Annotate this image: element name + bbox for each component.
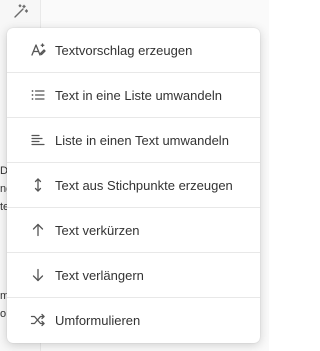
- menu-item-text-to-list[interactable]: Text in eine Liste umwandeln: [7, 73, 260, 117]
- menu-item-text-from-bullets[interactable]: Text aus Stichpunkte erzeugen: [7, 163, 260, 207]
- menu-item-label: Umformulieren: [55, 312, 141, 328]
- menu-item-label: Liste in einen Text umwandeln: [55, 132, 229, 148]
- arrow-down-icon: [30, 267, 46, 283]
- menu-item-label: Textvorschlag erzeugen: [55, 42, 193, 58]
- menu-item-list-to-text[interactable]: Liste in einen Text umwandeln: [7, 118, 260, 162]
- arrow-up-icon: [30, 222, 46, 238]
- text-suggestion-icon: [30, 42, 46, 58]
- expand-vertical-icon: [30, 177, 46, 193]
- menu-item-label: Text aus Stichpunkte erzeugen: [55, 177, 233, 193]
- ai-actions-menu: Textvorschlag erzeugen Text in eine List…: [7, 28, 260, 343]
- menu-item-label: Text verkürzen: [55, 222, 140, 238]
- magic-wand-button[interactable]: [10, 3, 30, 25]
- menu-item-lengthen-text[interactable]: Text verlängern: [7, 253, 260, 297]
- menu-item-text-suggestion[interactable]: Textvorschlag erzeugen: [7, 28, 260, 72]
- magic-wand-icon: [12, 3, 29, 25]
- editor-area: Du ng te m o Textvorschlag erzeugen: [0, 0, 269, 351]
- shuffle-icon: [30, 312, 46, 328]
- list-icon: [30, 87, 46, 103]
- align-left-icon: [30, 132, 46, 148]
- menu-item-label: Text in eine Liste umwandeln: [55, 87, 222, 103]
- background-text-fragment: o: [0, 308, 7, 320]
- menu-item-rephrase[interactable]: Umformulieren: [7, 298, 260, 342]
- menu-item-shorten-text[interactable]: Text verkürzen: [7, 208, 260, 252]
- menu-item-label: Text verlängern: [55, 267, 144, 283]
